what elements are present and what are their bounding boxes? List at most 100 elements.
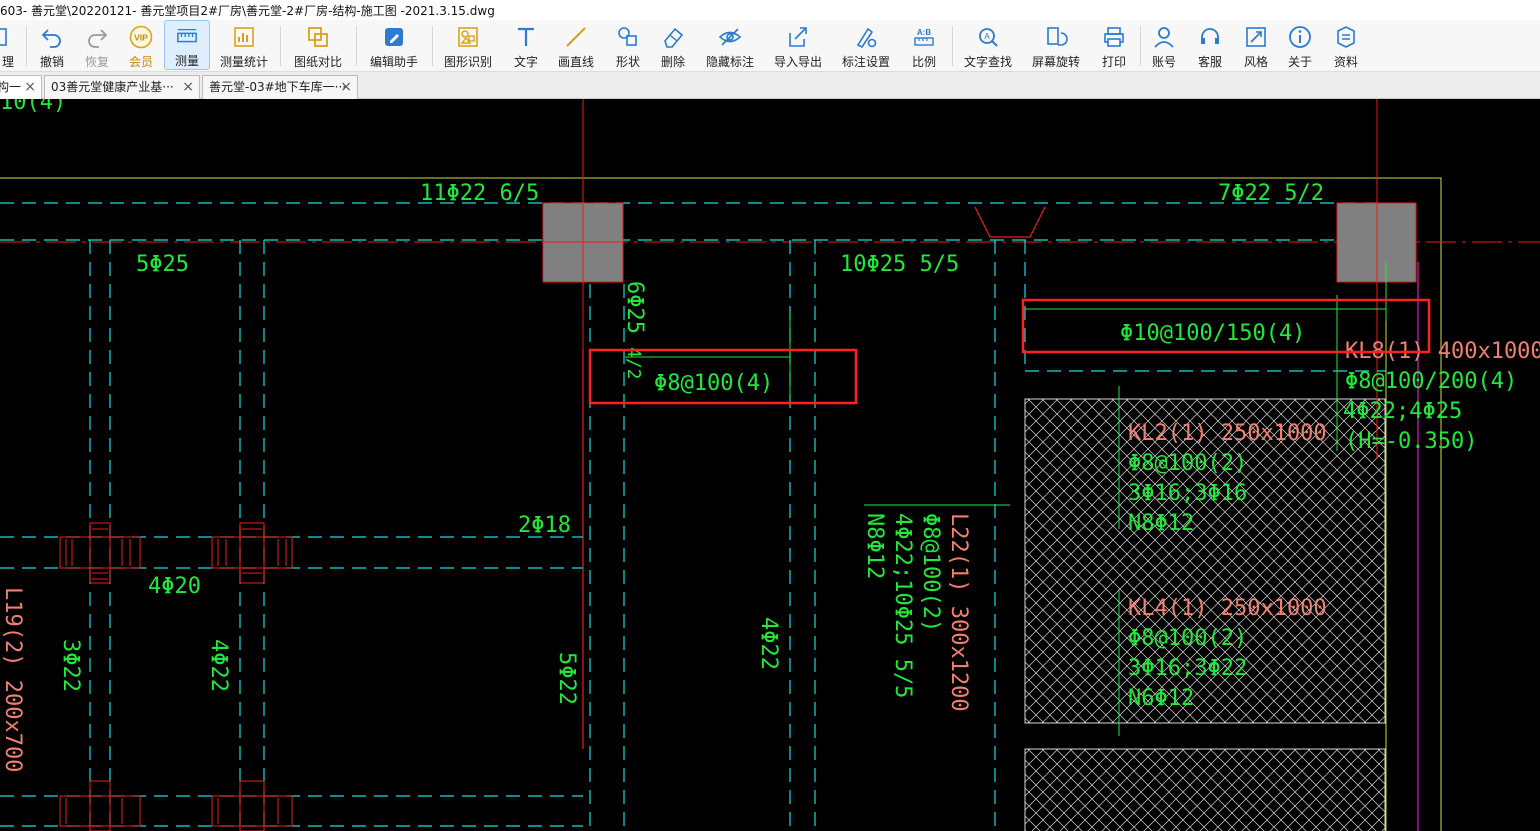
measure-icon — [177, 29, 197, 43]
tab-label: 构一 — [0, 80, 22, 94]
rotate-screen-button[interactable]: 屏幕旋转 — [1028, 20, 1084, 70]
import-export-button[interactable]: 导入导出 — [770, 20, 826, 70]
svg-text:A: A — [984, 32, 990, 41]
delete-button[interactable]: 删除 — [656, 20, 690, 70]
column-crosses — [59, 522, 293, 831]
kl4-title: KL4(1) 250x1000 — [1128, 596, 1327, 621]
import-export-icon — [789, 27, 807, 47]
style-icon — [1246, 27, 1266, 47]
rebar-label: 11Φ22 6/5 — [420, 181, 539, 206]
text-button[interactable]: 文字 — [508, 20, 544, 70]
rebar-label: 5Φ22 — [554, 652, 579, 705]
compare-button[interactable]: 图纸对比 — [290, 20, 346, 70]
annotation-settings-button[interactable]: 标注设置 — [838, 20, 894, 70]
measure-button[interactable]: 测量 — [164, 20, 210, 70]
shape-button[interactable]: 形状 — [610, 20, 646, 70]
tab-close-icon[interactable]: × — [24, 76, 36, 98]
tab-drawing-1[interactable]: 构一 × — [0, 75, 42, 99]
measure-stats-button[interactable]: 测量统计 — [216, 20, 272, 70]
manage-button[interactable]: 理 — [0, 20, 18, 70]
hide-annotation-button[interactable]: 隐藏标注 — [702, 20, 758, 70]
rebar-label: 7Φ22 5/2 — [1218, 181, 1324, 206]
info-icon — [1289, 26, 1311, 48]
rebar-label: 4Φ22 — [756, 617, 781, 670]
rebar-label: 3Φ22 — [58, 639, 83, 692]
rebar-label: 2Φ18 — [518, 513, 571, 538]
l22-label: Φ8@100(2) — [918, 513, 943, 632]
rebar-label: 5Φ25 — [136, 252, 189, 277]
kl8-line: (H=-0.350) — [1345, 429, 1477, 454]
svg-text:VIP: VIP — [134, 33, 148, 43]
account-icon — [1154, 27, 1174, 48]
highlight-text-2: Φ10@100/150(4) — [1120, 321, 1305, 346]
partial-label: 10(4) — [0, 99, 66, 115]
line-icon — [566, 27, 586, 47]
text-search-button[interactable]: A 文字查找 — [960, 20, 1016, 70]
headset-icon — [1201, 28, 1219, 44]
undo-button[interactable]: 撤销 — [36, 20, 68, 70]
documents-icon — [1337, 26, 1355, 48]
tab-label: 03善元堂健康产业基··· — [51, 80, 174, 94]
rebar-label: 4Φ22 — [206, 639, 231, 692]
tab-close-icon[interactable]: × — [182, 76, 194, 98]
kl2-line: Φ8@100(2) — [1128, 451, 1247, 476]
highlight-text-1: Φ8@100(4) — [654, 371, 773, 396]
l22-label: N8Φ12 — [862, 513, 887, 579]
cad-drawing: 10(4) 11Φ22 6/5 7Φ22 5/2 5Φ25 10Φ25 5/5 … — [0, 99, 1540, 831]
hide-eye-icon — [718, 28, 742, 46]
kl4-line: 3Φ16;3Φ22 — [1128, 656, 1247, 681]
vip-icon: VIP — [129, 25, 153, 49]
svg-text:A:B: A:B — [917, 28, 931, 37]
scale-icon: A:B — [914, 28, 934, 46]
shape-recognition-button[interactable]: 图形识别 — [440, 20, 496, 70]
hatched-slab — [1024, 748, 1386, 831]
text-search-icon: A — [979, 28, 998, 47]
toolbar: 理 撤销 恢复 VIP 会员 测量 测量统计 图纸对比 编辑助手 图形识别 文字 — [0, 20, 1540, 72]
tab-bar: 构一 × 03善元堂健康产业基··· × 善元堂-03#地下车库一··· × — [0, 72, 1540, 99]
kl8-line: 4Φ22;4Φ25 — [1343, 399, 1462, 424]
trough-symbol — [974, 206, 1046, 238]
shape-icon — [618, 27, 637, 46]
window-title: 603- 善元堂\20220121- 善元堂项目2#厂房\善元堂-2#厂房-结构… — [0, 4, 495, 18]
kl2-line: 3Φ16;3Φ16 — [1128, 481, 1247, 506]
print-icon — [1104, 27, 1124, 47]
eraser-icon — [664, 27, 684, 48]
kl2-line: N8Φ12 — [1128, 511, 1194, 536]
rebar-label: 6Φ25 — [622, 281, 647, 334]
line-button[interactable]: 画直线 — [554, 20, 598, 70]
tab-close-icon[interactable]: × — [340, 76, 352, 98]
title-bar: 603- 善元堂\20220121- 善元堂项目2#厂房\善元堂-2#厂房-结构… — [0, 0, 1540, 20]
tab-drawing-3[interactable]: 善元堂-03#地下车库一··· × — [202, 75, 358, 99]
vip-button[interactable]: VIP 会员 — [124, 20, 158, 70]
redo-icon — [88, 29, 108, 48]
account-button[interactable]: 账号 — [1146, 20, 1182, 70]
redo-button[interactable]: 恢复 — [81, 20, 113, 70]
edit-assistant-button[interactable]: 编辑助手 — [366, 20, 422, 70]
shape-recognition-icon — [458, 27, 478, 47]
text-icon — [518, 27, 534, 46]
about-button[interactable]: 关于 — [1282, 20, 1318, 70]
kl4-line: N6Φ12 — [1128, 686, 1194, 711]
print-button[interactable]: 打印 — [1096, 20, 1132, 70]
documents-button[interactable]: 资料 — [1328, 20, 1364, 70]
drawing-canvas[interactable]: 10(4) 11Φ22 6/5 7Φ22 5/2 5Φ25 10Φ25 5/5 … — [0, 99, 1540, 831]
kl8-line: Φ8@100/200(4) — [1345, 369, 1517, 394]
rebar-label: 4Φ20 — [148, 574, 201, 599]
l22-label: 4Φ22;10Φ25 5/5 — [890, 513, 915, 698]
annotation-settings-icon — [856, 27, 877, 49]
undo-icon — [41, 29, 61, 48]
toolbar-separator — [952, 26, 953, 66]
rotate-screen-icon — [1047, 27, 1068, 46]
measure-stats-icon — [234, 27, 254, 47]
compare-icon — [308, 27, 328, 47]
toolbar-separator — [280, 26, 281, 66]
support-button[interactable]: 客服 — [1192, 20, 1228, 70]
tab-drawing-2[interactable]: 03善元堂健康产业基··· × — [44, 75, 200, 99]
rebar-label: 10Φ25 5/5 — [840, 252, 959, 277]
style-button[interactable]: 风格 — [1238, 20, 1274, 70]
kl4-line: Φ8@100(2) — [1128, 626, 1247, 651]
scale-button[interactable]: A:B 比例 — [906, 20, 942, 70]
toolbar-separator — [356, 26, 357, 66]
toolbar-separator — [1140, 26, 1141, 66]
l22-label: L22(1) 300x1200 — [946, 513, 971, 712]
